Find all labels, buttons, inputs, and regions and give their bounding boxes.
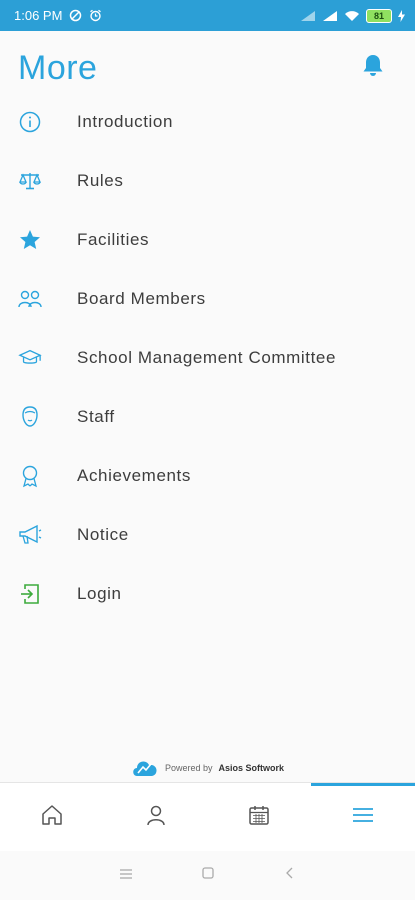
home-button-icon[interactable] <box>201 866 215 885</box>
menu-item-school-management-committee[interactable]: School Management Committee <box>0 328 415 387</box>
menu-item-label: Board Members <box>77 288 206 308</box>
powered-by-text: Powered by <box>164 763 213 773</box>
status-time: 1:06 PM <box>14 8 63 23</box>
status-bar: 1:06 PM 81 <box>0 0 415 31</box>
page-title: More <box>18 49 98 87</box>
menu-item-introduction[interactable]: Introduction <box>0 92 415 151</box>
nav-more[interactable] <box>311 783 415 851</box>
menu-item-label: Login <box>77 583 122 603</box>
powered-by: Powered by Asios Softwork <box>0 755 415 781</box>
menu-item-board-members[interactable]: Board Members <box>0 269 415 328</box>
menu-item-login[interactable]: Login <box>0 564 415 623</box>
system-nav-bar <box>0 851 415 900</box>
people-icon <box>18 287 42 311</box>
recent-apps-icon[interactable] <box>119 867 133 885</box>
bell-icon[interactable] <box>361 53 385 79</box>
asios-logo-icon <box>131 756 159 780</box>
menu-item-achievements[interactable]: Achievements <box>0 446 415 505</box>
menu-item-label: Staff <box>77 406 115 426</box>
nav-profile[interactable] <box>104 783 208 851</box>
menu-item-staff[interactable]: Staff <box>0 387 415 446</box>
company-name[interactable]: Asios Softwork <box>219 763 285 773</box>
menu-item-facilities[interactable]: Facilities <box>0 210 415 269</box>
back-icon[interactable] <box>283 866 297 885</box>
scale-icon <box>18 169 42 193</box>
person-icon <box>145 804 167 831</box>
bottom-nav <box>0 782 415 851</box>
wifi-icon <box>344 10 360 22</box>
nav-calendar[interactable] <box>208 783 312 851</box>
signal-icon <box>300 10 316 22</box>
menu-item-label: Achievements <box>77 465 191 485</box>
menu-item-label: School Management Committee <box>77 347 337 367</box>
header: More <box>0 31 415 101</box>
star-icon <box>18 228 42 252</box>
calendar-icon <box>248 804 270 831</box>
dnd-icon <box>69 9 82 22</box>
nav-home[interactable] <box>0 783 104 851</box>
battery-indicator: 81 <box>366 8 392 23</box>
menu-item-rules[interactable]: Rules <box>0 151 415 210</box>
menu-item-label: Facilities <box>77 229 150 249</box>
megaphone-icon <box>18 523 42 547</box>
menu-icon <box>352 806 374 829</box>
charging-icon <box>398 9 405 22</box>
menu-item-notice[interactable]: Notice <box>0 505 415 564</box>
login-icon <box>18 582 42 606</box>
alarm-icon <box>89 9 102 22</box>
face-icon <box>18 405 42 429</box>
signal-icon-2 <box>322 10 338 22</box>
menu-item-label: Rules <box>77 170 124 190</box>
info-icon <box>18 110 42 134</box>
menu-list: Introduction Rules Facilities Board Memb… <box>0 92 415 623</box>
award-icon <box>18 464 42 488</box>
menu-item-label: Introduction <box>77 111 174 131</box>
home-icon <box>40 804 64 831</box>
graduation-cap-icon <box>18 346 42 370</box>
menu-item-label: Notice <box>77 524 129 544</box>
